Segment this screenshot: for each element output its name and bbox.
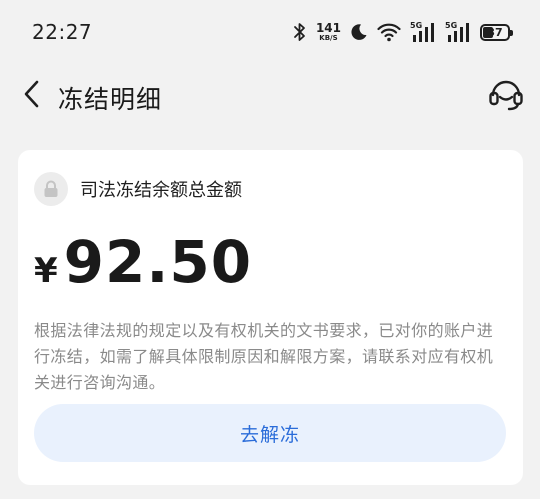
headset-icon <box>487 75 525 117</box>
signal-icon: 5G <box>445 21 471 43</box>
back-button[interactable] <box>14 78 50 114</box>
page-title: 冻结明细 <box>58 85 163 114</box>
title-bar: 冻结明细 <box>0 62 540 132</box>
unfreeze-button[interactable]: 去解冻 <box>34 404 506 462</box>
bluetooth-icon <box>293 22 307 42</box>
status-time: 22:27 <box>32 20 93 44</box>
frozen-balance-card: 司法冻结余额总金额 ¥ 92.50 根据法律法规的规定以及有权机关的文书要求，已… <box>18 150 523 485</box>
wifi-icon <box>377 22 401 42</box>
freeze-description: 根据法律法规的规定以及有权机关的文书要求，已对你的账户进行冻结，如需了解具体限制… <box>34 321 494 392</box>
lock-icon <box>34 172 68 206</box>
net-speed: 141 KB/S <box>316 22 341 42</box>
screen: 22:27 141 KB/S 5G 5G 37 冻结明细 司法冻结余额总金额 ¥… <box>0 0 540 499</box>
net-speed-value: 141 <box>315 21 341 35</box>
chevron-left-icon <box>22 79 42 113</box>
card-header: 司法冻结余额总金额 <box>34 172 242 206</box>
card-label: 司法冻结余额总金额 <box>80 180 242 201</box>
customer-service-button[interactable] <box>486 76 526 116</box>
battery-level: 37 <box>487 25 503 39</box>
battery-icon: 37 <box>480 23 513 41</box>
status-icons: 141 KB/S 5G 5G 37 <box>293 20 513 44</box>
signal-icon: 5G <box>410 21 436 43</box>
amount-row: ¥ 92.50 <box>34 228 252 296</box>
net-speed-unit: KB/S <box>319 34 338 42</box>
currency-symbol: ¥ <box>34 251 58 291</box>
moon-icon <box>350 23 368 41</box>
status-bar: 22:27 141 KB/S 5G 5G 37 <box>0 0 540 62</box>
frozen-amount: 92.50 <box>63 228 253 296</box>
